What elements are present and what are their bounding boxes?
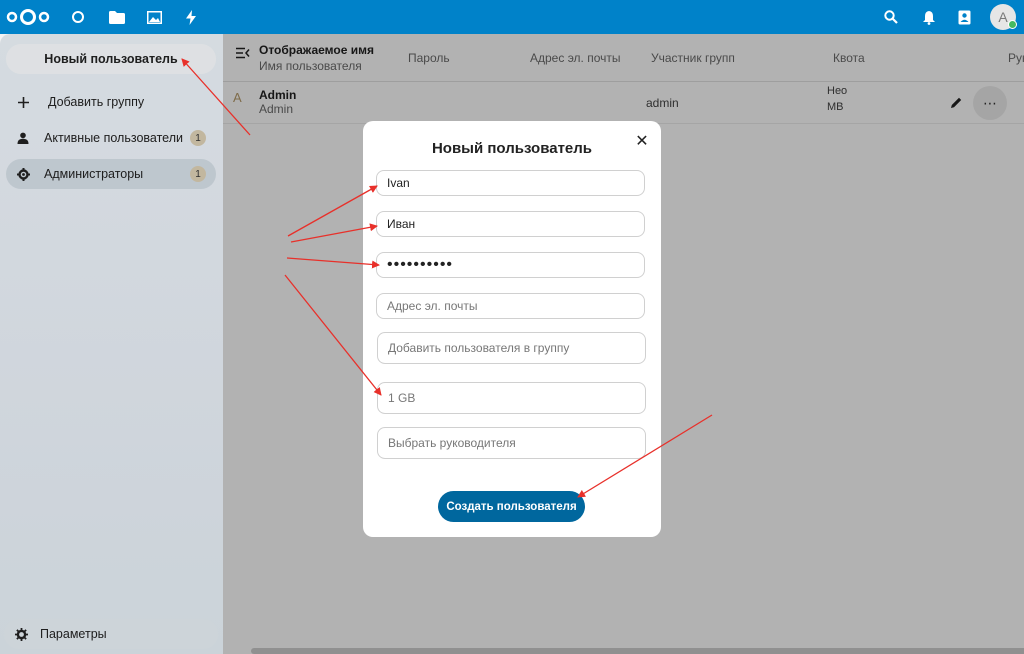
create-user-label: Создать пользователя [446, 500, 577, 513]
manager-select[interactable] [377, 427, 646, 459]
dashboard-icon[interactable] [69, 8, 87, 26]
username-input[interactable] [376, 170, 645, 196]
avatar-letter: A [998, 9, 1008, 25]
display-name-input[interactable] [376, 211, 645, 237]
group-select[interactable] [377, 332, 646, 364]
nextcloud-logo[interactable] [4, 7, 52, 27]
files-icon[interactable] [108, 8, 126, 26]
photos-icon[interactable] [145, 8, 163, 26]
dialog-title: Новый пользователь [431, 140, 593, 157]
top-header: A [0, 0, 1024, 34]
create-user-button[interactable]: Создать пользователя [438, 491, 585, 522]
notifications-icon[interactable] [920, 8, 938, 26]
contacts-icon[interactable] [955, 8, 973, 26]
quota-select[interactable] [377, 382, 646, 414]
password-input[interactable] [376, 252, 645, 278]
online-status-dot [1008, 20, 1017, 29]
activity-icon[interactable] [182, 8, 200, 26]
search-icon[interactable] [882, 8, 900, 26]
new-user-dialog: Новый пользователь ✕ Создать пользовател… [363, 121, 661, 537]
close-icon[interactable]: ✕ [633, 132, 651, 150]
email-input[interactable] [376, 293, 645, 319]
modal-backdrop-sidebar [0, 34, 223, 654]
